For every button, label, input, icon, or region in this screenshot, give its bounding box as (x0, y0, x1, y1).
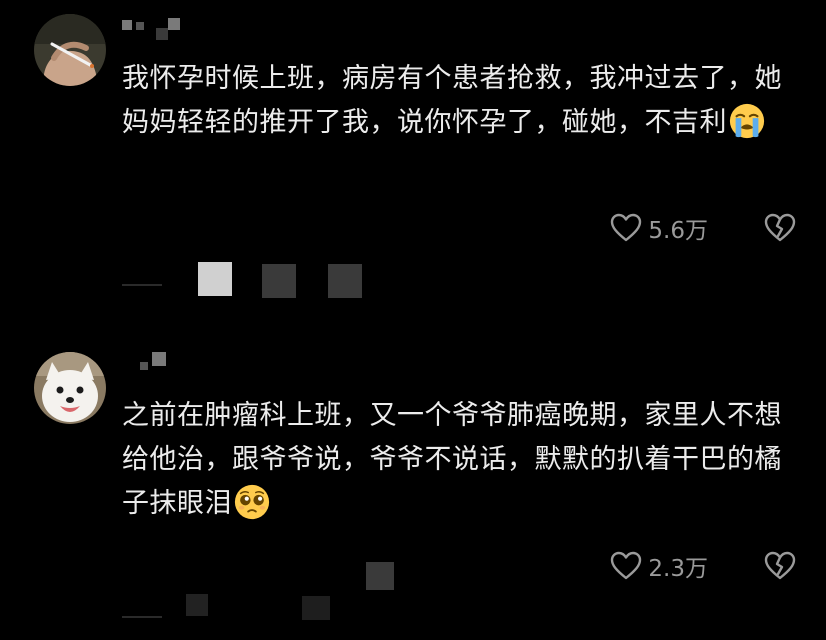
like-count: 2.3万 (648, 556, 708, 582)
replies-blurred[interactable] (122, 262, 382, 302)
like-button[interactable]: 2.3万 (610, 549, 764, 583)
comment-text: 我怀孕时候上班，病房有个患者抢救，我冲过去了，她妈妈轻轻的推开了我，说你怀孕了，… (122, 57, 792, 145)
pleading-face-icon (233, 483, 271, 521)
like-button[interactable]: 5.6万 (610, 211, 764, 245)
comment-actions: 2.3万 (610, 546, 796, 586)
comment-text-content: 之前在肿瘤科上班，又一个爷爷肺癌晚期，家里人不想给他治，跟爷爷说，爷爷不说话，默… (122, 400, 782, 519)
divider (122, 616, 162, 618)
avatar[interactable] (34, 352, 106, 424)
comment-actions: 5.6万 (610, 208, 796, 248)
replies-blurred[interactable] (122, 562, 394, 620)
hand-holding-cigarette-avatar-icon (34, 14, 106, 86)
loudly-crying-face-icon (728, 102, 766, 140)
divider (122, 284, 162, 286)
like-count: 5.6万 (648, 218, 708, 244)
comment-text-content: 我怀孕时候上班，病房有个患者抢救，我冲过去了，她妈妈轻轻的推开了我，说你怀孕了，… (122, 63, 782, 138)
username-blurred[interactable] (122, 352, 202, 374)
heart-outline-icon[interactable] (610, 213, 642, 243)
broken-heart-icon[interactable] (764, 551, 796, 581)
heart-outline-icon[interactable] (610, 551, 642, 581)
comment-text: 之前在肿瘤科上班，又一个爷爷肺癌晚期，家里人不想给他治，跟爷爷说，爷爷不说话，默… (122, 394, 792, 526)
avatar[interactable] (34, 14, 106, 86)
broken-heart-icon[interactable] (764, 213, 796, 243)
white-dog-avatar-icon (34, 352, 106, 424)
username-blurred[interactable] (122, 18, 202, 40)
